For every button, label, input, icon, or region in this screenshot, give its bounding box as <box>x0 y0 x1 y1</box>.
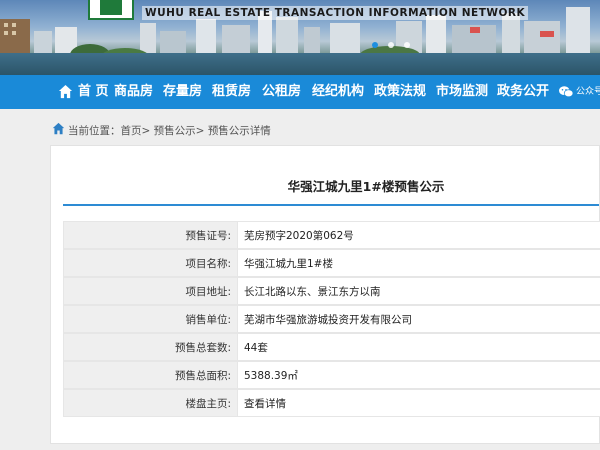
breadcrumb-item-presale[interactable]: 预售公示 <box>154 125 196 137</box>
table-row: 预售总套数: 44套 <box>63 333 600 361</box>
carousel-dot[interactable] <box>372 42 378 48</box>
home-icon <box>52 122 65 135</box>
home-icon <box>58 84 73 99</box>
row-label: 预售总面积: <box>63 361 237 389</box>
nav-item-policies[interactable]: 政策法规 <box>374 75 426 109</box>
row-label: 预售总套数: <box>63 333 237 361</box>
presale-cert-value: 芜房预字2020第062号 <box>237 221 600 249</box>
row-label: 项目名称: <box>63 249 237 277</box>
row-label: 项目地址: <box>63 277 237 305</box>
nav-item-public-rental[interactable]: 公租房 <box>262 75 301 109</box>
table-row: 项目地址: 长江北路以东、景江东方以南 <box>63 277 600 305</box>
wechat-icon <box>559 86 573 98</box>
page-title: 华强江城九里1#楼预售公示 <box>287 179 445 194</box>
table-row: 项目名称: 华强江城九里1#楼 <box>63 249 600 277</box>
presale-area-value: 5388.39㎡ <box>237 361 600 389</box>
sales-unit-value: 芜湖市华强旅游城投资开发有限公司 <box>237 305 600 333</box>
nav-item-home[interactable]: 首 页 <box>78 75 109 109</box>
breadcrumb-item-current: 预售公示详情 <box>207 125 271 137</box>
presale-units-value: 44套 <box>237 333 600 361</box>
breadcrumb-item-home[interactable]: 首页 <box>121 125 142 137</box>
carousel-dot[interactable] <box>404 42 410 48</box>
main-nav: 首 页 商品房 存量房 租赁房 公租房 经纪机构 政策法规 市场监测 政务公开 … <box>0 75 600 109</box>
table-row: 销售单位: 芜湖市华强旅游城投资开发有限公司 <box>63 305 600 333</box>
breadcrumb-separator: > <box>141 125 151 137</box>
nav-item-brokerage[interactable]: 经纪机构 <box>312 75 364 109</box>
row-label: 销售单位: <box>63 305 237 333</box>
table-row: 楼盘主页: 查看详情 <box>63 389 600 417</box>
nav-item-wechat-account[interactable]: 公众号 <box>576 75 600 109</box>
view-details-link[interactable]: 查看详情 <box>237 389 600 417</box>
nav-item-commercial-housing[interactable]: 商品房 <box>114 75 153 109</box>
table-row: 预售总面积: 5388.39㎡ <box>63 361 600 389</box>
nav-item-existing-housing[interactable]: 存量房 <box>163 75 202 109</box>
carousel-dots <box>372 42 410 48</box>
nav-item-market-monitoring[interactable]: 市场监测 <box>436 75 488 109</box>
lake-image <box>0 53 600 75</box>
nav-item-rental-housing[interactable]: 租赁房 <box>212 75 251 109</box>
carousel-dot[interactable] <box>388 42 394 48</box>
header-banner: WUHU REAL ESTATE TRANSACTION INFORMATION… <box>0 0 600 75</box>
project-address-value: 长江北路以东、景江东方以南 <box>237 277 600 305</box>
nav-item-government-affairs[interactable]: 政务公开 <box>497 75 549 109</box>
row-label: 预售证号: <box>63 221 237 249</box>
table-row: 预售证号: 芜房预字2020第062号 <box>63 221 600 249</box>
logo-mark-icon <box>100 0 122 15</box>
project-name-value: 华强江城九里1#楼 <box>237 249 600 277</box>
breadcrumb-prefix: 当前位置： <box>68 125 121 137</box>
detail-panel: 华强江城九里1#楼预售公示 预售证号: 芜房预字2020第062号 项目名称: … <box>50 145 600 444</box>
breadcrumb-separator: > <box>195 125 205 137</box>
site-logo-text: WUHU REAL ESTATE TRANSACTION INFORMATION… <box>142 6 529 20</box>
title-divider <box>63 204 599 206</box>
row-label: 楼盘主页: <box>63 389 237 417</box>
breadcrumb: 当前位置：首页> 预售公示> 预售公示详情 <box>68 123 271 138</box>
